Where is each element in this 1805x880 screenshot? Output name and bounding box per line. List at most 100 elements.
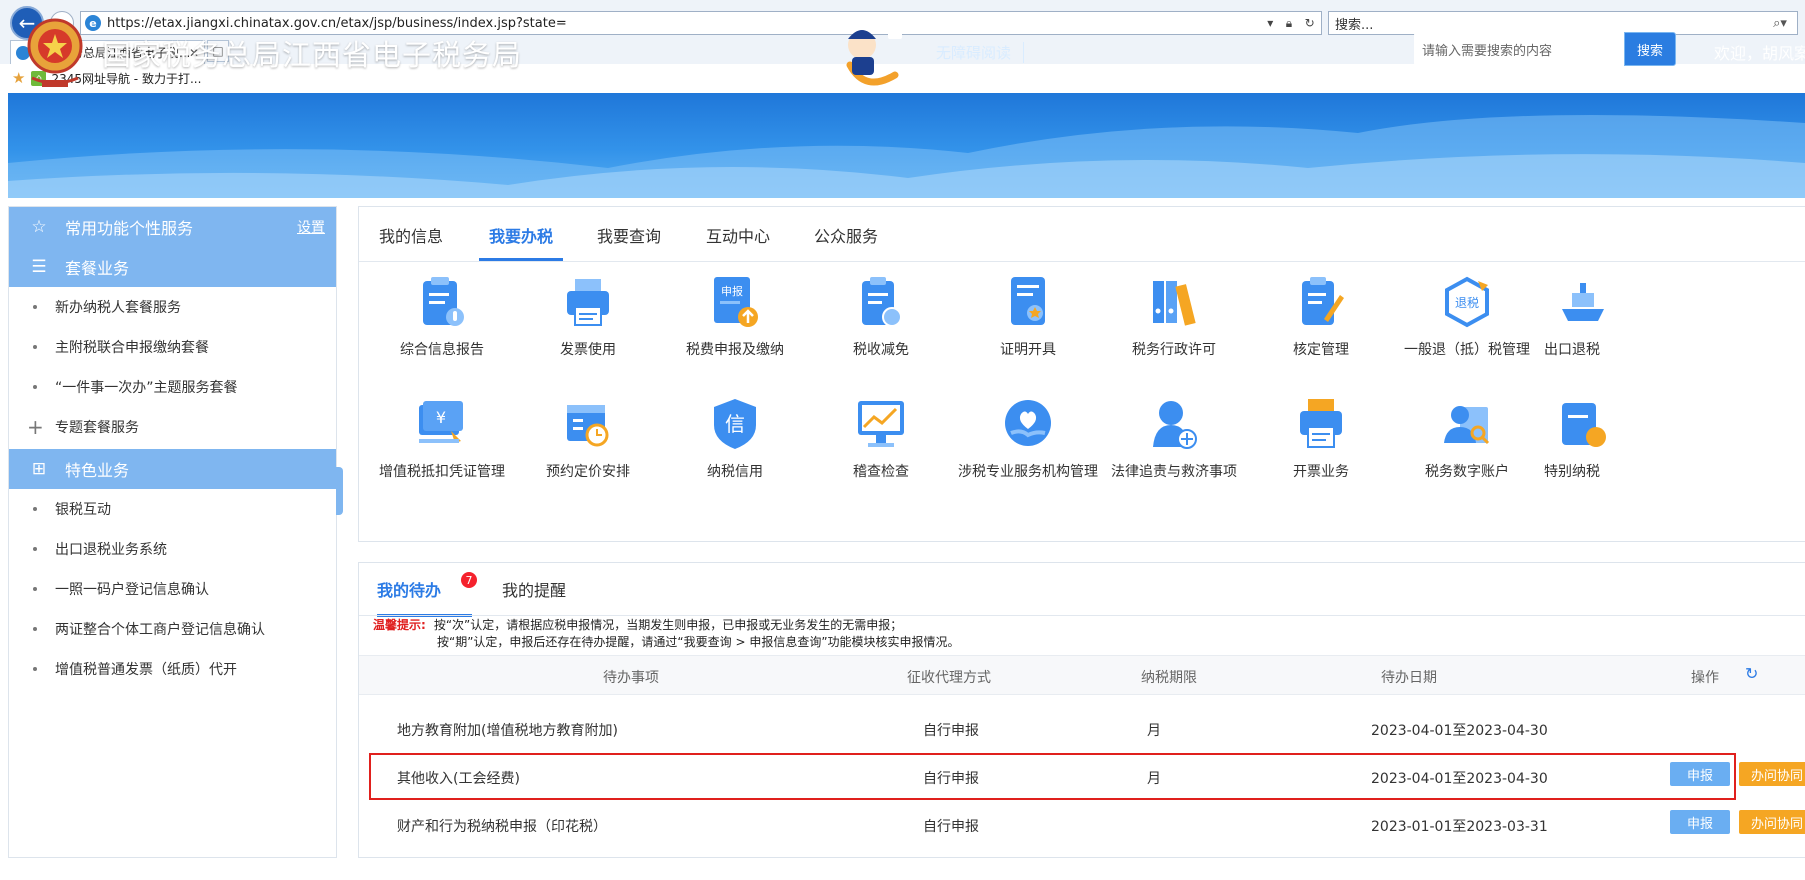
function-professional-service[interactable]: 涉税专业服务机构管理 (948, 397, 1108, 482)
credit-icon-text: 信 (725, 412, 745, 436)
function-label: 预约定价安排 (546, 464, 630, 480)
sidebar-item[interactable]: 出口退税业务系统 (9, 529, 336, 569)
sidebar-item[interactable]: 新办纳税人套餐服务 (9, 287, 336, 327)
address-url[interactable]: https://etax.jiangxi.chinatax.gov.cn/eta… (107, 16, 1261, 31)
sidebar-item[interactable]: 主附税联合申报缴纳套餐 (9, 327, 336, 367)
search-icon[interactable]: ⌕▾ (1763, 16, 1797, 31)
tab-my-todo[interactable]: 我的待办 7 (377, 572, 477, 617)
plus-icon: + (27, 415, 44, 439)
highlight-box (369, 753, 1736, 800)
function-invoice-use[interactable]: 发票使用 (508, 275, 668, 360)
bullet-icon (33, 385, 37, 389)
function-digital-account[interactable]: 税务数字账户 (1387, 397, 1547, 482)
function-label: 税务行政许可 (1132, 342, 1216, 358)
column-header-period: 纳税期限 (1141, 670, 1197, 686)
row-method: 自行申报 (923, 723, 979, 739)
function-special-tax[interactable]: 特别纳税 (1534, 397, 1644, 482)
sidebar-item[interactable]: “一件事一次办”主题服务套餐 (9, 367, 336, 407)
column-header-date: 待办日期 (1381, 670, 1437, 686)
tax-emblem-logo (27, 18, 83, 87)
judge-scale-icon (1153, 401, 1197, 449)
todo-tab-divider (359, 615, 1805, 616)
function-info-report[interactable]: 综合信息报告 (362, 275, 522, 360)
sidebar-header-featured[interactable]: ⊞ 特色业务 (9, 449, 336, 489)
tab-divider (359, 261, 1805, 262)
special-tax-icon (1562, 403, 1606, 447)
bullet-icon (33, 547, 37, 551)
sidebar-item-special-topic[interactable]: + 专题套餐服务 (9, 407, 336, 447)
sidebar-header-label: 特色业务 (65, 461, 130, 480)
function-tax-credit[interactable]: 信 纳税信用 (655, 397, 815, 482)
function-label: 涉税专业服务机构管理 (958, 464, 1098, 480)
accessibility-link[interactable]: 无障碍阅读 (936, 42, 1025, 63)
sidebar-item-label: 新办纳税人套餐服务 (55, 300, 181, 316)
function-label: 纳税信用 (707, 464, 763, 480)
browser-search-input[interactable]: 搜索... (1335, 14, 1763, 33)
collab-button[interactable]: 办问协同 (1739, 810, 1805, 834)
site-search-input[interactable]: 请输入需要搜索的内容 (1414, 32, 1624, 66)
bullet-icon (33, 507, 37, 511)
tab-my-info[interactable]: 我的信息 (379, 223, 443, 261)
function-legal-remedy[interactable]: 法律追责与救济事项 (1094, 397, 1254, 482)
sidebar-item[interactable]: 银税互动 (9, 489, 336, 529)
row-method: 自行申报 (923, 819, 979, 835)
site-banner (8, 93, 1805, 198)
sidebar-header-package[interactable]: ☰ 套餐业务 (9, 247, 336, 287)
tab-interaction[interactable]: 互动中心 (706, 223, 770, 261)
sidebar-item-label: 出口退税业务系统 (55, 542, 167, 558)
yuan-card-icon: ¥ (419, 401, 463, 443)
user-search-icon (1444, 406, 1490, 445)
tip-line-2: 按“期”认定，申报后还存在待办提醒，请通过“我要查询 > 申报信息查询”功能模块… (437, 635, 960, 649)
function-label: 出口退税 (1544, 342, 1600, 358)
function-invoicing[interactable]: 开票业务 (1241, 397, 1401, 482)
sidebar-item[interactable]: 增值税普通发票（纸质）代开 (9, 649, 336, 689)
sidebar-header-common[interactable]: ☆ 常用功能个性服务 设置 (9, 207, 336, 247)
refresh-icon[interactable]: ↻ (1745, 664, 1758, 683)
tab-do-tax[interactable]: 我要办税 (479, 223, 564, 261)
todo-table-header: 待办事项 征收代理方式 纳税期限 待办日期 操作 ↻ (359, 655, 1805, 695)
function-refund[interactable]: 退税 一般退（抵）税管理 (1387, 275, 1547, 360)
function-label: 综合信息报告 (400, 342, 484, 358)
tab-query[interactable]: 我要查询 (597, 223, 661, 261)
declare-button[interactable]: 申报 (1670, 810, 1730, 834)
dropdown-icon[interactable]: ▾ (1267, 16, 1273, 31)
calendar-clock-icon (567, 405, 609, 447)
function-vat-deduction[interactable]: ¥ 增值税抵扣凭证管理 (362, 397, 522, 482)
function-export-refund[interactable]: 出口退税 (1534, 275, 1644, 360)
function-assessment[interactable]: 核定管理 (1241, 275, 1401, 360)
site-search-button[interactable]: 搜索 (1624, 32, 1676, 66)
row-item: 地方教育附加(增值税地方教育附加) (397, 723, 618, 739)
function-admin-permit[interactable]: 税务行政许可 (1094, 275, 1254, 360)
bullet-icon (33, 345, 37, 349)
sidebar-item[interactable]: 一照一码户登记信息确认 (9, 569, 336, 609)
invoice-printer-icon (1300, 399, 1342, 448)
site-title: 国家税务总局江西省电子税务局 (102, 38, 523, 72)
function-tax-reduction[interactable]: 税收减免 (801, 275, 961, 360)
sidebar: ☆ 常用功能个性服务 设置 ☰ 套餐业务 新办纳税人套餐服务 主附税联合申报缴纳… (8, 206, 337, 858)
function-inspection[interactable]: 稽查检查 (801, 397, 961, 482)
collab-button[interactable]: 办问协同 (1739, 762, 1805, 786)
function-certificate[interactable]: 证明开具 (948, 275, 1108, 360)
function-apa[interactable]: 预约定价安排 (508, 397, 668, 482)
lock-icon[interactable]: 🔒︎ (1286, 16, 1292, 31)
function-label: 法律追责与救济事项 (1111, 464, 1237, 480)
clipboard-clock-icon (862, 277, 902, 327)
tab-public-service[interactable]: 公众服务 (814, 223, 878, 261)
sidebar-item-label: 一照一码户登记信息确认 (55, 582, 209, 598)
sidebar-header-label: 常用功能个性服务 (65, 219, 194, 238)
function-label: 稽查检查 (853, 464, 909, 480)
refresh-icon[interactable]: ↻ (1305, 16, 1315, 31)
monitor-chart-icon (858, 401, 904, 447)
layers-icon: ☰ (31, 257, 47, 277)
warm-tip: 温馨提示: 按“次”认定，请根据应税申报情况，当期发生则申报，已申报或无业务发生的… (373, 617, 960, 651)
function-tax-declare[interactable]: 申报 税费申报及缴纳 (655, 275, 815, 360)
settings-link[interactable]: 设置 (297, 217, 325, 237)
sidebar-collapse-handle[interactable] (336, 467, 343, 515)
sidebar-item-label: 增值税普通发票（纸质）代开 (55, 662, 237, 678)
report-icon (423, 277, 464, 326)
tab-my-reminder[interactable]: 我的提醒 (502, 577, 566, 617)
declare-upload-icon: 申报 (714, 277, 758, 327)
star-outline-icon: ☆ (31, 217, 47, 237)
table-row: 地方教育附加(增值税地方教育附加) 自行申报 月 2023-04-01至2023… (359, 705, 1805, 753)
sidebar-item[interactable]: 两证整合个体工商户登记信息确认 (9, 609, 336, 649)
